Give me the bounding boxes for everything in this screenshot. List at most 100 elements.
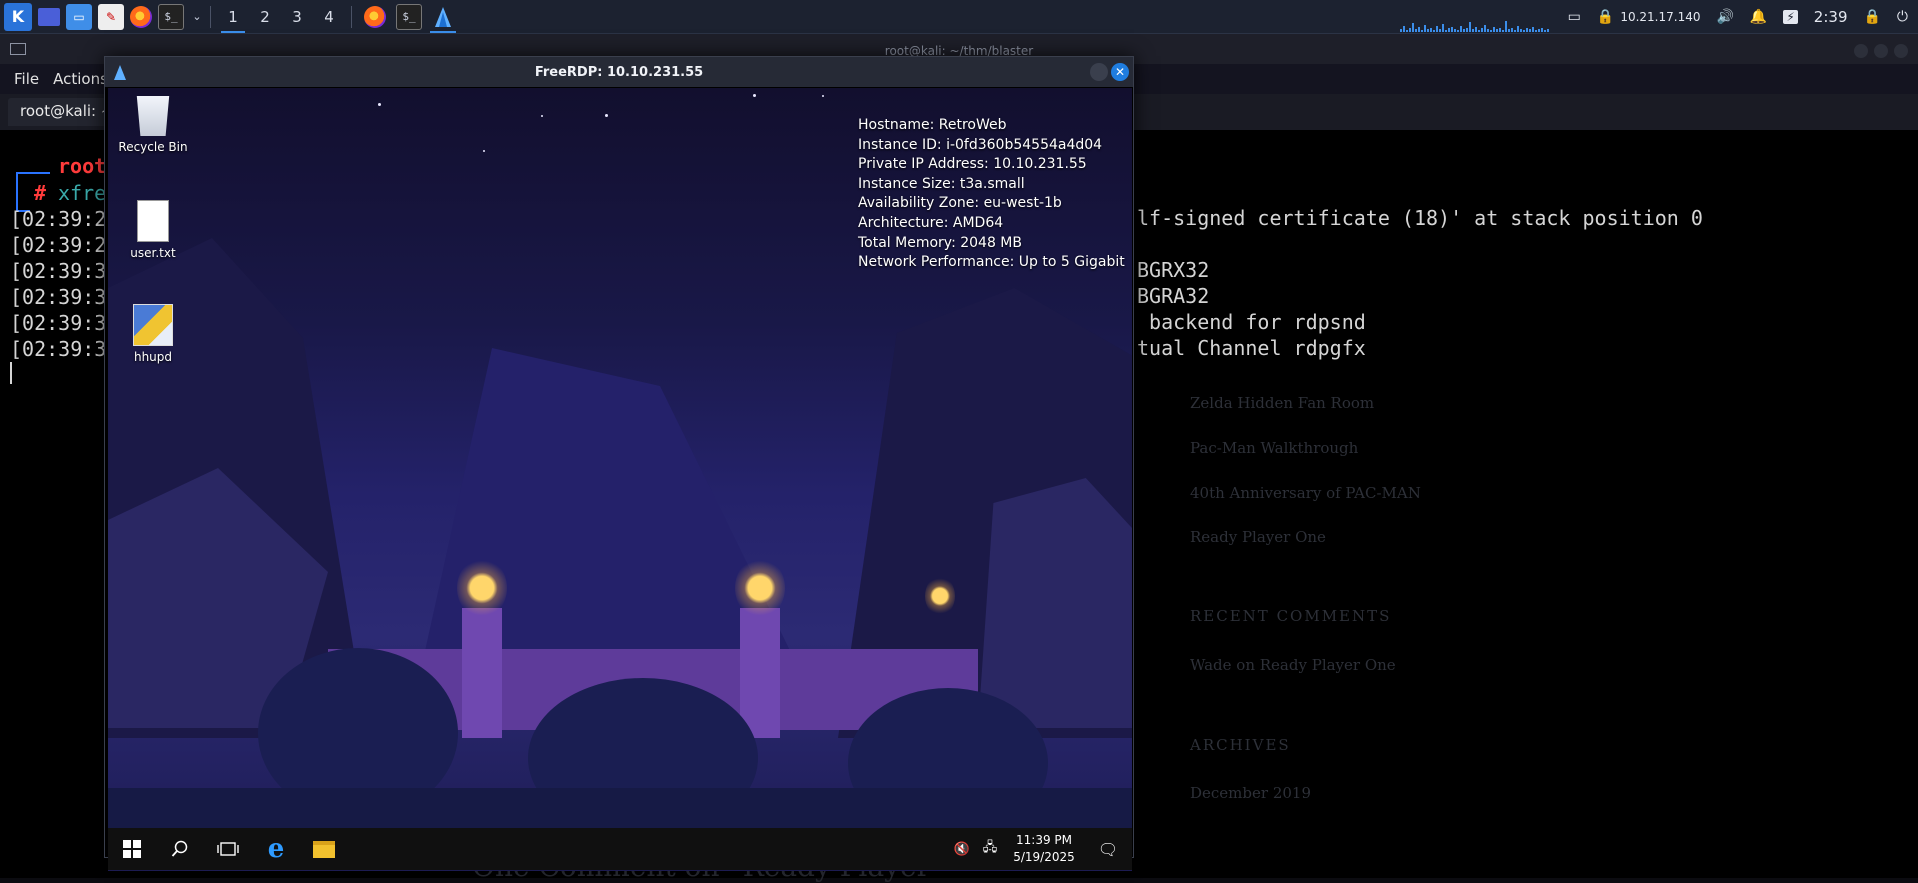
task-view-button[interactable] (204, 828, 252, 870)
display-icon[interactable]: ▭ (1568, 9, 1581, 25)
star (378, 103, 381, 106)
info-total-memory: Total Memory: 2048 MB (858, 234, 1022, 251)
star (753, 94, 756, 97)
desktop-icon-hhupd[interactable]: hhupd (113, 304, 193, 364)
log-timestamp: [02:39:3 (10, 259, 107, 283)
menu-file[interactable]: File (14, 70, 39, 88)
torch-flame (735, 558, 785, 618)
action-center-button[interactable]: 🗨 (1084, 828, 1132, 870)
terminal-minimize-button[interactable] (1854, 44, 1868, 58)
star (483, 150, 485, 152)
file-explorer-button[interactable] (300, 828, 348, 870)
ghost-archive: December 2019 (1190, 784, 1311, 802)
lock-screen-icon[interactable]: 🔒 (1863, 9, 1880, 25)
log-timestamp: [02:39:2 (10, 207, 107, 231)
log-tail: BGRX32 (1137, 258, 1210, 282)
freerdp-app-icon (114, 65, 126, 80)
windows-logo-icon (123, 840, 141, 858)
chevron-down-icon[interactable]: ⌄ (190, 4, 204, 30)
star (605, 114, 608, 117)
vpn-lock-icon[interactable]: 🔒 (1597, 9, 1614, 25)
battery-icon[interactable]: ⚡ (1783, 10, 1798, 24)
log-tail: backend for rdpsnd (1137, 310, 1366, 334)
info-architecture: Architecture: AMD64 (858, 214, 1004, 231)
text-file-icon (137, 200, 169, 242)
star (541, 115, 543, 117)
terminal-launcher-icon[interactable]: $_ (158, 3, 184, 30)
freerdp-titlebar[interactable]: FreeRDP: 10.10.231.55 (105, 57, 1133, 87)
kali-menu-icon[interactable]: K (4, 2, 32, 31)
volume-muted-icon: 🔇 (953, 841, 971, 857)
ip-address: 10.21.17.140 (1620, 10, 1701, 24)
firefox-icon[interactable]: f (130, 5, 152, 28)
clock[interactable]: 2:39 (1814, 8, 1848, 26)
terminal-app-icon (10, 43, 26, 55)
windows-date: 5/19/2025 (1013, 850, 1075, 864)
show-desktop-icon[interactable] (38, 7, 60, 26)
menu-actions[interactable]: Actions (53, 70, 108, 88)
freerdp-window: FreeRDP: 10.10.231.55 ✕ Recycle Bin user… (104, 56, 1134, 871)
search-button[interactable] (156, 828, 204, 870)
info-availability-zone: Availability Zone: eu-west-1b (858, 195, 1062, 212)
volume-icon[interactable]: 🔊 (1716, 9, 1733, 25)
ghost-comment: Wade on Ready Player One (1190, 656, 1396, 674)
network-button[interactable]: 🖧 (976, 828, 1004, 870)
notification-bell-icon[interactable]: 🔔 (1750, 9, 1767, 25)
workspace-1[interactable]: 1 (217, 0, 249, 34)
freerdp-minimize-button[interactable] (1090, 63, 1108, 81)
info-instance-size: Instance Size: t3a.small (858, 175, 1025, 192)
remote-desktop[interactable]: Recycle Bin user.txt hhupd Hostname: Ret… (108, 88, 1132, 871)
log-tail: lf-signed certificate (18)' at stack pos… (1137, 206, 1703, 230)
terminal-maximize-button[interactable] (1874, 44, 1888, 58)
file-manager-icon[interactable]: ▭ (66, 3, 92, 30)
prompt-user: root (58, 154, 107, 178)
hhupd-label: hhupd (133, 350, 173, 364)
folder-icon (313, 840, 335, 858)
ghost-link: Zelda Hidden Fan Room (1190, 394, 1375, 412)
network-activity-graph (1400, 18, 1552, 32)
installer-icon (133, 304, 173, 346)
windows-taskbar: e 🔇 🖧 11:39 PM 5/19/2025 🗨 (108, 828, 1132, 870)
ghost-heading: RECENT COMMENTS (1190, 607, 1392, 625)
desktop-icon-user-txt[interactable]: user.txt (113, 200, 193, 260)
workspace-4[interactable]: 4 (313, 0, 345, 34)
text-editor-icon[interactable]: ✎ (98, 3, 124, 30)
freerdp-title: FreeRDP: 10.10.231.55 (534, 64, 704, 80)
log-timestamp: [02:39:3 (10, 311, 107, 335)
volume-muted-button[interactable]: 🔇 (948, 828, 976, 870)
task-view-icon (217, 842, 239, 856)
prompt-command: xfre (58, 181, 107, 205)
terminal-close-button[interactable] (1894, 44, 1908, 58)
recycle-bin-label: Recycle Bin (118, 140, 188, 154)
info-network-performance: Network Performance: Up to 5 Gigabit (858, 254, 1125, 271)
panel-separator (210, 5, 211, 28)
windows-clock[interactable]: 11:39 PM 5/19/2025 (1004, 832, 1084, 866)
internet-explorer-button[interactable]: e (252, 828, 300, 870)
recycle-bin-icon (136, 96, 170, 136)
workspace-3[interactable]: 3 (281, 0, 313, 34)
log-timestamp: [02:39:3 (10, 337, 107, 361)
firefox-icon: f (364, 5, 386, 28)
system-tray: ▭ 🔒 10.21.17.140 🔊 🔔 ⚡ 2:39 🔒 ⏻ (1552, 0, 1918, 34)
rock-right (978, 478, 1132, 728)
action-center-icon: 🗨 (1097, 839, 1119, 859)
running-terminal[interactable]: $_ (392, 0, 426, 34)
power-icon[interactable]: ⏻ (1897, 9, 1908, 25)
log-timestamp: [02:39:2 (10, 233, 107, 257)
windows-start-button[interactable] (108, 828, 156, 870)
workspace-2[interactable]: 2 (249, 0, 281, 34)
windows-time: 11:39 PM (1016, 833, 1072, 847)
log-tail: BGRA32 (1137, 284, 1210, 308)
torch-flame (925, 576, 955, 616)
fence-post (462, 608, 502, 738)
running-firefox[interactable]: f (358, 0, 392, 34)
fence-post (740, 608, 780, 738)
freerdp-close-button[interactable]: ✕ (1111, 63, 1129, 81)
terminal-icon: $_ (396, 3, 422, 30)
ghost-heading: ARCHIVES (1190, 736, 1291, 754)
internet-explorer-icon: e (267, 834, 285, 864)
info-instance-id: Instance ID: i-0fd360b54554a4d04 (858, 136, 1103, 153)
running-freerdp[interactable] (426, 0, 460, 34)
desktop-icon-recycle-bin[interactable]: Recycle Bin (113, 96, 193, 154)
ghost-link: 40th Anniversary of PAC-MAN (1190, 484, 1421, 502)
